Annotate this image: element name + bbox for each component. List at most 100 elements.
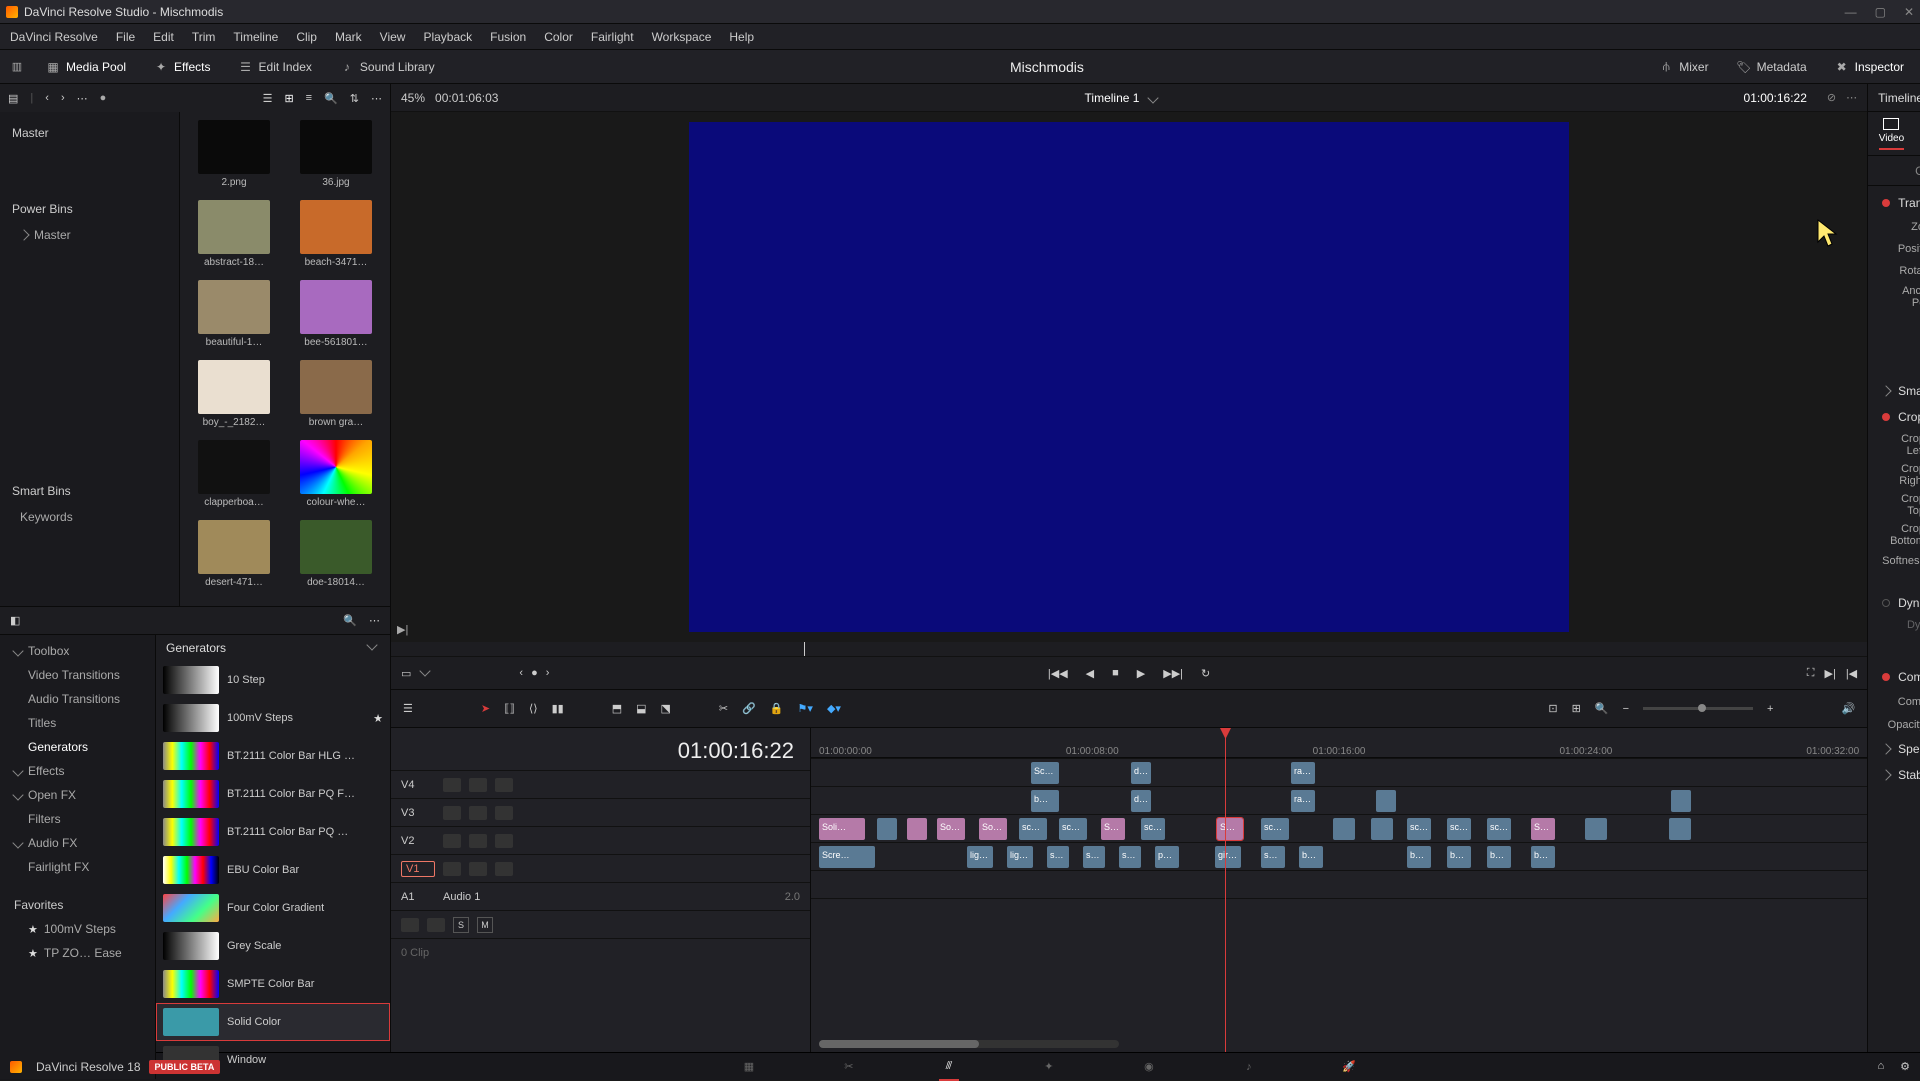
track-name[interactable]: V2: [401, 835, 435, 847]
solo-mute-button[interactable]: S: [453, 917, 469, 933]
composite-header[interactable]: Composite↺: [1868, 664, 1920, 690]
page-fusion[interactable]: ✦: [1039, 1059, 1059, 1075]
track-toggle-icon[interactable]: [495, 806, 513, 820]
toolbox-nav-item[interactable]: Toolbox: [0, 639, 155, 663]
volume-icon[interactable]: 🔊: [1841, 702, 1855, 715]
lock-icon[interactable]: 🔒: [770, 702, 784, 715]
generators-header[interactable]: Generators: [166, 641, 226, 655]
menu-color[interactable]: Color: [544, 30, 573, 44]
subtab-generator[interactable]: Generator: [1868, 156, 1920, 185]
zoom-percent[interactable]: 45%: [401, 91, 425, 105]
track-toggle-icon[interactable]: [469, 834, 487, 848]
media-thumb[interactable]: clapperboa…: [186, 440, 282, 518]
project-settings-icon[interactable]: ⚙: [1900, 1060, 1910, 1073]
media-thumb[interactable]: doe-18014…: [288, 520, 384, 598]
audio-track-row[interactable]: [811, 898, 1867, 948]
track-row[interactable]: b…d…ra…: [811, 786, 1867, 814]
clip[interactable]: Soli…: [819, 818, 865, 840]
track-header[interactable]: V1: [391, 854, 810, 882]
options-icon[interactable]: ⋯: [77, 92, 88, 105]
clip[interactable]: d…: [1131, 762, 1151, 784]
bin-master[interactable]: Master: [0, 120, 179, 146]
timeline-timecode[interactable]: 01:00:16:22: [391, 728, 810, 770]
track-toggle-icon[interactable]: [469, 778, 487, 792]
track-name[interactable]: V4: [401, 779, 435, 791]
toolbox-nav-item[interactable]: Fairlight FX: [0, 855, 155, 879]
media-thumb[interactable]: desert-471…: [186, 520, 282, 598]
clip[interactable]: lig…: [967, 846, 993, 868]
stop-button[interactable]: ■: [1112, 667, 1119, 679]
timeline-dropdown-icon[interactable]: [1148, 92, 1159, 103]
sound-library-button[interactable]: ♪Sound Library: [334, 57, 441, 77]
track-row[interactable]: Soli…So…So…sc…sc…S…sc…S…sc…sc…sc…sc…S…: [811, 814, 1867, 842]
timeline-view-icon[interactable]: ☰: [403, 702, 413, 715]
clip[interactable]: S…: [1531, 818, 1555, 840]
generator-item[interactable]: Four Color Gradient: [156, 889, 390, 927]
clip[interactable]: S…: [1217, 818, 1243, 840]
menu-help[interactable]: Help: [729, 30, 754, 44]
menu-timeline[interactable]: Timeline: [233, 30, 278, 44]
sort-icon[interactable]: ⇅: [350, 92, 359, 105]
track-name[interactable]: V1: [401, 861, 435, 877]
menu-workspace[interactable]: Workspace: [652, 30, 712, 44]
clip[interactable]: b…: [1531, 846, 1555, 868]
page-edit[interactable]: ⫻: [939, 1059, 959, 1075]
menu-trim[interactable]: Trim: [192, 30, 216, 44]
track-toggle-icon[interactable]: [469, 862, 487, 876]
viewer[interactable]: ▶|: [391, 112, 1867, 642]
clip[interactable]: S…: [1101, 818, 1125, 840]
solo-mute-button[interactable]: M: [477, 917, 493, 933]
clip[interactable]: [1669, 818, 1691, 840]
menu-davinci[interactable]: DaVinci Resolve: [10, 30, 98, 44]
clip[interactable]: sc…: [1407, 818, 1431, 840]
next-edit-icon[interactable]: ›: [546, 667, 550, 679]
clip[interactable]: gir…: [1215, 846, 1241, 868]
clip[interactable]: So…: [937, 818, 965, 840]
replace-icon[interactable]: ⬔: [661, 702, 671, 715]
clip[interactable]: So…: [979, 818, 1007, 840]
nav-back-icon[interactable]: ‹: [45, 92, 49, 104]
page-fairlight[interactable]: ♪: [1239, 1059, 1259, 1075]
track-toggle-icon[interactable]: [469, 806, 487, 820]
clip[interactable]: sc…: [1261, 818, 1289, 840]
track-row[interactable]: [811, 870, 1867, 898]
loop-button[interactable]: ↻: [1201, 667, 1210, 680]
audio-sub-header[interactable]: SM: [391, 910, 810, 938]
track-row[interactable]: Sc…d…ra…: [811, 758, 1867, 786]
generator-item[interactable]: BT.2111 Color Bar PQ …: [156, 813, 390, 851]
zoom-slider[interactable]: [1643, 707, 1753, 710]
enable-dot-icon[interactable]: [1882, 199, 1890, 207]
list-layout-icon[interactable]: ☰: [263, 92, 273, 105]
enable-dot-icon[interactable]: [1882, 673, 1890, 681]
blade-tool-icon[interactable]: ▮▮: [552, 702, 564, 715]
arrow-tool-icon[interactable]: ➤: [481, 702, 490, 715]
dynamic-trim-icon[interactable]: ⟨⟩: [529, 702, 538, 715]
stabilization-header[interactable]: Stabilization↺: [1868, 762, 1920, 788]
go-end-icon[interactable]: ▶|: [1824, 667, 1835, 680]
metadata-button[interactable]: 🏷Metadata: [1731, 57, 1813, 77]
track-toggle-icon[interactable]: [443, 862, 461, 876]
media-thumb[interactable]: brown gra…: [288, 360, 384, 438]
track-toggle-icon[interactable]: [443, 806, 461, 820]
generator-item[interactable]: Solid Color: [156, 1003, 390, 1041]
clip[interactable]: ra…: [1291, 790, 1315, 812]
page-color[interactable]: ◉: [1139, 1059, 1159, 1075]
toolbox-nav-item[interactable]: Effects: [0, 759, 155, 783]
rec-dot-icon[interactable]: ●: [100, 92, 107, 104]
clip[interactable]: b…: [1299, 846, 1323, 868]
flag-icon[interactable]: ⚑▾: [798, 702, 813, 715]
zoom-detail-icon[interactable]: ⊞: [1572, 702, 1581, 715]
clip[interactable]: [1333, 818, 1355, 840]
zoom-plus-icon[interactable]: +: [1767, 703, 1773, 715]
speed-change-header[interactable]: Speed Change↺: [1868, 736, 1920, 762]
menu-fusion[interactable]: Fusion: [490, 30, 526, 44]
effects-button[interactable]: ✦Effects: [148, 57, 216, 77]
menu-mark[interactable]: Mark: [335, 30, 362, 44]
menu-clip[interactable]: Clip: [296, 30, 317, 44]
edit-index-button[interactable]: ☰Edit Index: [233, 57, 318, 77]
generator-item[interactable]: Grey Scale: [156, 927, 390, 965]
bin-view-icon[interactable]: ▤: [8, 92, 18, 105]
clip[interactable]: b…: [1487, 846, 1511, 868]
track-toggle-icon[interactable]: [495, 862, 513, 876]
track-header[interactable]: V3: [391, 798, 810, 826]
